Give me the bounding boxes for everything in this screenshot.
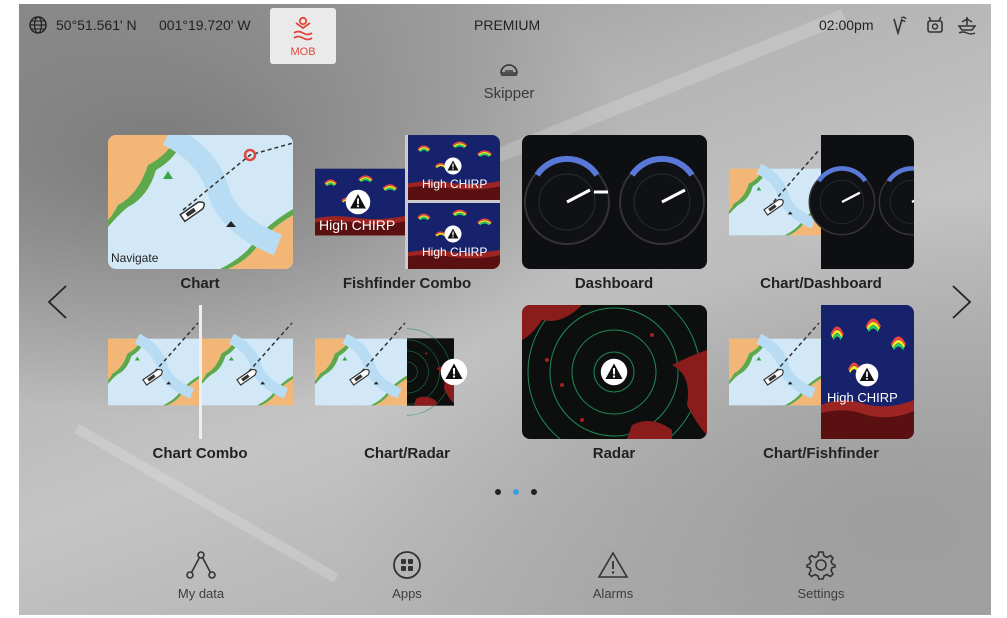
app-label-radar: Radar [592, 445, 636, 462]
app-tile-chart-dashboard[interactable] [729, 135, 914, 269]
home-screen: 50°51.561' N 001°19.720' W MOB PREMIUM 0… [19, 4, 991, 615]
gear-icon [761, 550, 881, 580]
app-label-chart: Chart [180, 275, 220, 292]
share-nodes-icon [141, 550, 261, 580]
chirp-overlay: High CHIRP [827, 390, 898, 405]
app-label-fishfinder-combo: Fishfinder Combo [342, 275, 472, 292]
nav-settings[interactable]: Settings [761, 550, 881, 601]
app-label-chart-radar: Chart/Radar [364, 445, 450, 462]
chirp-overlay-top: High CHIRP [422, 177, 488, 191]
chirp-overlay-bottom: High CHIRP [422, 245, 488, 259]
gps-signal-icon[interactable] [891, 15, 909, 35]
chart-fishfinder-preview [729, 305, 914, 439]
man-overboard-icon [292, 16, 314, 47]
page-dot-2[interactable] [513, 489, 519, 495]
skipper-label: Skipper [483, 85, 535, 102]
nav-my-data[interactable]: My data [141, 550, 261, 601]
globe-icon[interactable] [29, 16, 47, 34]
status-bar: 50°51.561' N 001°19.720' W MOB PREMIUM 0… [19, 4, 991, 64]
chart-combo-preview [108, 305, 293, 439]
nav-alarms-label: Alarms [592, 586, 634, 601]
app-label-chart-fishfinder: Chart/Fishfinder [763, 445, 879, 462]
navigate-overlay: Navigate [111, 251, 159, 265]
chart-preview [108, 135, 293, 269]
app-tile-chart-fishfinder[interactable]: High CHIRP [729, 305, 914, 439]
mob-button[interactable]: MOB [270, 8, 336, 64]
app-tile-fishfinder-combo[interactable]: High CHIRP High CHIRP High CHIRP [315, 135, 500, 269]
longitude-readout: 001°19.720' W [159, 17, 251, 33]
app-label-chart-dashboard: Chart/Dashboard [760, 275, 882, 292]
apps-grid-icon [347, 550, 467, 580]
nav-settings-label: Settings [797, 586, 845, 601]
dashboard-preview [522, 135, 707, 269]
page-dot-1[interactable] [495, 489, 501, 495]
chirp-overlay-main: High CHIRP [319, 217, 396, 233]
skipper-profile[interactable]: Skipper [459, 62, 559, 102]
app-tile-chart-radar[interactable] [315, 305, 500, 439]
previous-page-arrow[interactable] [45, 284, 69, 325]
app-tile-dashboard[interactable] [522, 135, 707, 269]
page-dot-3[interactable] [531, 489, 537, 495]
page-indicator [489, 482, 543, 500]
helm-icon [499, 62, 519, 83]
boat-status-icon[interactable] [957, 15, 977, 35]
mob-label: MOB [290, 46, 316, 58]
radar-preview [522, 305, 707, 439]
warning-triangle-icon [553, 550, 673, 580]
clock: 02:00pm [819, 17, 874, 33]
next-page-arrow[interactable] [950, 284, 974, 325]
app-label-dashboard: Dashboard [574, 275, 654, 292]
app-label-chart-combo: Chart Combo [152, 445, 248, 462]
nav-apps-label: Apps [392, 586, 422, 601]
nav-alarms[interactable]: Alarms [553, 550, 673, 601]
chart-dashboard-preview [729, 135, 914, 269]
app-tile-radar[interactable] [522, 305, 707, 439]
autopilot-icon[interactable] [925, 15, 945, 35]
nav-my-data-label: My data [177, 586, 225, 601]
latitude-readout: 50°51.561' N [56, 17, 137, 33]
nav-apps[interactable]: Apps [347, 550, 467, 601]
app-tile-chart-combo[interactable] [108, 305, 293, 439]
page-title: PREMIUM [474, 17, 541, 33]
app-tile-chart[interactable]: Navigate [108, 135, 293, 269]
chart-radar-preview [315, 322, 468, 439]
